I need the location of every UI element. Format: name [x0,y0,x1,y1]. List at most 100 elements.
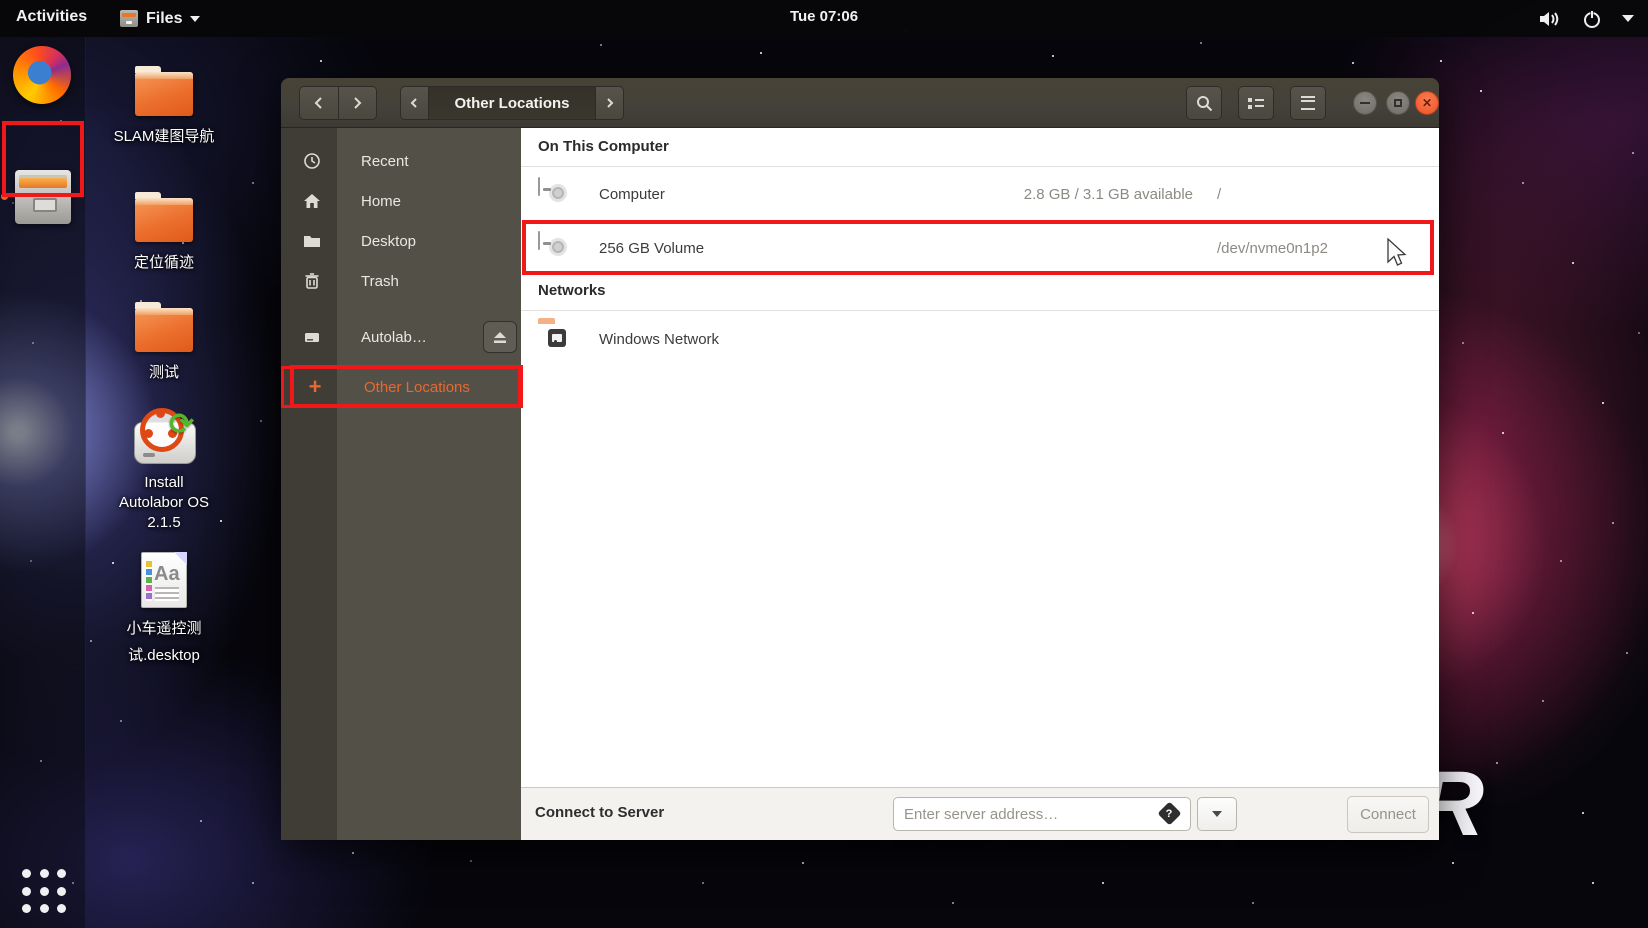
hard-disk-icon [538,178,540,196]
row-name: Windows Network [599,331,719,348]
installer-disk-icon: ⟳ [132,408,196,466]
server-address-input[interactable] [893,797,1191,831]
connect-to-server-bar: Connect to Server ? Connect [521,787,1439,840]
window-menu-button[interactable] [1290,86,1326,120]
sidebar-item-label: Trash [361,273,399,290]
row-name: 256 GB Volume [599,240,704,257]
path-segment-other-locations[interactable]: Other Locations [428,87,596,119]
chevron-right-icon [351,96,363,110]
close-icon: ✕ [1422,97,1432,109]
sidebar-item-other-locations[interactable]: + Other Locations [281,366,521,408]
history-nav-group [299,86,377,120]
files-launcher[interactable] [12,167,74,227]
chevron-left-icon [409,97,419,109]
eject-icon [493,331,507,344]
row-free-space: 2.8 GB / 3.1 GB available [1024,186,1193,203]
sidebar-item-label: Recent [361,153,409,170]
divider [521,166,1439,167]
chevron-down-icon [1622,15,1634,22]
row-mount-point: / [1217,186,1221,203]
shortcut-label: 小车遥控测试.desktop [112,615,216,669]
places-sidebar: Recent Home Desktop [281,128,521,840]
app-menu-button[interactable]: Files [120,5,200,32]
sidebar-item-label: Other Locations [364,379,470,396]
chevron-right-icon [605,97,615,109]
file-cabinet-icon [15,170,71,224]
minimize-button[interactable] [1353,91,1377,115]
desktop-wallpaper: AUTOLABOR SLAM建图导航 定位循迹 测试 ⟳ Install Aut… [0,0,1648,928]
hard-drive-icon [303,328,321,346]
desktop-folder-icon [303,232,321,250]
desktop-shortcut-ceshi[interactable]: 测试 [112,308,216,386]
text-document-icon: Aa [141,552,187,608]
chevron-down-icon [1212,811,1222,817]
home-icon [303,192,321,210]
mouse-cursor [1386,238,1408,268]
section-title-networks: Networks [538,282,606,299]
sidebar-item-trash[interactable]: Trash [281,261,521,301]
plus-icon: + [306,378,324,396]
show-applications-button[interactable] [18,865,72,919]
desktop-shortcut-install-os[interactable]: ⟳ Install Autolabor OS 2.1.5 [112,408,216,533]
path-scroll-right-button[interactable] [596,87,623,119]
row-windows-network[interactable]: Windows Network [521,314,1439,366]
volume-icon [1538,9,1562,29]
eject-button[interactable] [483,321,517,353]
top-bar: Activities Files Tue 07:06 [0,0,1648,37]
desktop-shortcut-desktop-file[interactable]: Aa 小车遥控测试.desktop [112,552,216,669]
dock [0,37,86,928]
sidebar-item-label: Desktop [361,233,416,250]
sidebar-item-desktop[interactable]: Desktop [281,221,521,261]
search-button[interactable] [1186,86,1222,120]
shortcut-label: SLAM建图导航 [112,123,216,150]
files-window: Other Locations ✕ [281,78,1439,840]
hard-disk-icon [538,232,540,250]
sidebar-item-label: Autolab… [361,329,427,346]
sidebar-item-recent[interactable]: Recent [281,141,521,181]
grid-list-view-icon [1248,98,1264,109]
back-button[interactable] [300,87,338,119]
connect-to-server-label: Connect to Server [535,804,664,821]
trash-icon [303,272,321,290]
locations-list: On This Computer Computer 2.8 GB / 3.1 G… [521,128,1439,840]
divider [521,310,1439,311]
row-computer[interactable]: Computer 2.8 GB / 3.1 GB available / [521,169,1439,221]
activities-button[interactable]: Activities [16,8,87,26]
shortcut-label: Install Autolabor OS 2.1.5 [112,473,216,533]
app-menu-label: Files [146,10,182,28]
row-name: Computer [599,186,665,203]
running-app-indicator [1,193,8,200]
system-status-area[interactable] [1538,0,1634,37]
chevron-down-icon [190,16,200,22]
shortcut-label: 测试 [112,359,216,386]
folder-icon [135,198,193,242]
folder-icon [135,308,193,352]
close-button[interactable]: ✕ [1415,91,1439,115]
maximize-icon [1394,99,1402,107]
search-icon [1196,95,1213,112]
recent-servers-dropdown[interactable] [1197,797,1237,831]
clock[interactable]: Tue 07:06 [790,8,858,25]
maximize-button[interactable] [1386,91,1410,115]
section-title-on-this-computer: On This Computer [538,138,669,155]
minimize-icon [1360,102,1370,104]
path-bar: Other Locations [400,86,624,120]
chevron-left-icon [313,96,325,110]
connect-button[interactable]: Connect [1347,796,1429,833]
firefox-icon[interactable] [13,46,71,104]
sidebar-item-label: Home [361,193,401,210]
clock-icon [303,152,321,170]
window-titlebar[interactable]: Other Locations ✕ [281,78,1439,128]
sidebar-item-home[interactable]: Home [281,181,521,221]
shortcut-label: 定位循迹 [112,249,216,276]
path-scroll-left-button[interactable] [401,87,428,119]
view-toggle-button[interactable] [1238,86,1274,120]
forward-button[interactable] [338,87,377,119]
row-256gb-volume[interactable]: 256 GB Volume /dev/nvme0n1p2 [521,223,1439,275]
desktop-shortcut-dingwei[interactable]: 定位循迹 [112,198,216,276]
row-mount-point: /dev/nvme0n1p2 [1217,240,1328,257]
files-app-icon [120,10,138,27]
power-icon [1582,9,1602,29]
desktop-shortcut-slam[interactable]: SLAM建图导航 [112,72,216,150]
folder-icon [135,72,193,116]
